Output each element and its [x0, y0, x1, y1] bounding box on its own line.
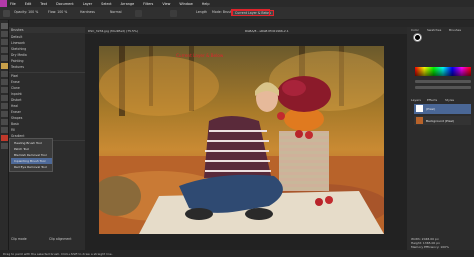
hardness-field[interactable]: Hardness — [80, 10, 95, 14]
flow-field[interactable]: Flow: 100 % — [48, 10, 67, 14]
brush-item[interactable]: Heal — [11, 104, 18, 109]
brush-item[interactable]: Painting — [11, 59, 23, 64]
clip-mode-label[interactable]: Clip mode — [11, 237, 27, 242]
brush-item[interactable]: Basic — [11, 122, 19, 127]
menu-window[interactable]: Window — [179, 2, 192, 6]
red-eye-removal-tool-item[interactable]: Red Eye Removal Tool — [14, 164, 52, 170]
shape-tool-icon[interactable] — [1, 127, 8, 133]
menu-document[interactable]: Document — [56, 2, 74, 6]
brush-item[interactable]: Erase — [11, 80, 20, 85]
menu-select[interactable]: Select — [101, 2, 111, 6]
mode-select[interactable]: Mode: Brush — [212, 10, 232, 14]
stroke-color-swatch[interactable] — [415, 35, 420, 40]
brush-item[interactable]: Sketching — [11, 47, 26, 52]
menu-view[interactable]: View — [162, 2, 170, 6]
styles-tab[interactable]: Styles — [445, 98, 454, 102]
photo-canvas[interactable] — [99, 46, 384, 234]
flood-select-icon[interactable] — [1, 55, 8, 61]
brush-item[interactable]: Shapes — [11, 116, 22, 121]
opacity-slider[interactable] — [415, 80, 471, 83]
layer-row-selected[interactable]: (Pixel) — [414, 104, 471, 114]
status-text: Drag to paint with the selected brush. C… — [3, 252, 113, 256]
brush-item[interactable]: Eraser — [11, 110, 21, 115]
app-window: File Edit Text Document Layer Select Arr… — [0, 0, 474, 257]
menu-help[interactable]: Help — [202, 2, 210, 6]
layer-thumbnail — [416, 105, 423, 112]
layer-name: (Pixel) — [426, 107, 436, 111]
swatches-tab[interactable]: Swatches — [427, 28, 441, 32]
layer-name: Background (Pixel) — [426, 119, 455, 123]
layer-thumbnail — [416, 117, 423, 124]
memory-readout: Memory Efficiency: 100% — [411, 245, 449, 249]
dodge-tool-icon[interactable] — [1, 103, 8, 109]
document-info: RGBA/8 - sRGB IEC61966-2.1 — [245, 29, 289, 33]
healing-tool-icon[interactable] — [1, 135, 8, 141]
menu-layer[interactable]: Layer — [83, 2, 92, 6]
brushes-tab[interactable]: Brushes — [11, 28, 23, 33]
selection-tool-icon[interactable] — [1, 47, 8, 53]
healing-tools-flyout: Healing Brush Tool Patch Tool Blemish Re… — [9, 138, 53, 172]
right-panel: Color Swatches Brushes Layers Effects St… — [407, 27, 474, 250]
hue-slider[interactable] — [415, 86, 471, 89]
fill-tool-icon[interactable] — [1, 71, 8, 77]
text-tool-icon[interactable] — [1, 143, 8, 149]
clip-alignment-label[interactable]: Clip alignment — [49, 237, 71, 242]
status-bar: Drag to paint with the selected brush. C… — [0, 250, 474, 257]
current-layer-highlight — [231, 9, 270, 16]
tools-panel — [0, 20, 9, 250]
menu-file[interactable]: File — [10, 2, 16, 6]
menu-text[interactable]: Text — [40, 2, 47, 6]
brush-item[interactable]: Inpaint — [11, 92, 22, 97]
brush-item[interactable]: Textures — [11, 65, 24, 70]
menu-edit[interactable]: Edit — [25, 2, 32, 6]
app-logo-icon[interactable] — [0, 0, 7, 7]
wet-edges-icon[interactable] — [170, 10, 177, 17]
length-field[interactable]: Length — [196, 10, 207, 14]
view-tool-icon[interactable] — [1, 31, 8, 37]
brush-category[interactable]: Default — [11, 35, 22, 40]
gear-icon[interactable] — [135, 10, 142, 17]
current-layer-below-annotation: Current Layer & Below — [176, 53, 224, 58]
brush-item[interactable]: Pixel — [11, 74, 18, 79]
blend-mode-select[interactable]: Normal — [110, 10, 122, 14]
effects-tab[interactable]: Effects — [427, 98, 437, 102]
brush-item[interactable]: Distort — [11, 98, 21, 103]
crop-tool-icon[interactable] — [1, 39, 8, 45]
clone-tool-icon[interactable] — [1, 95, 8, 101]
brush-item[interactable]: Dry Media — [11, 53, 27, 58]
smudge-tool-icon[interactable] — [1, 111, 8, 117]
photo-illustration — [99, 46, 384, 234]
gradient-tool-icon[interactable] — [1, 79, 8, 85]
layers-tab[interactable]: Layers — [411, 98, 421, 102]
brush-item[interactable]: Fill — [11, 128, 15, 133]
brush-item[interactable]: Clone — [11, 86, 20, 91]
document-tab[interactable]: DSC_3234.jpg (Modified) (75.5%) — [88, 29, 138, 33]
color-spectrum[interactable] — [415, 67, 471, 76]
brush-tool-icon[interactable] — [1, 63, 8, 69]
brush-preset-button[interactable] — [3, 10, 10, 17]
pen-tool-icon[interactable] — [1, 119, 8, 125]
color-tab[interactable]: Color — [411, 28, 419, 32]
document-tab-bar: DSC_3234.jpg (Modified) (75.5%) RGBA/8 -… — [85, 27, 407, 34]
secondary-bar — [0, 20, 474, 27]
brush-item[interactable]: Linework — [11, 41, 25, 46]
menu-filters[interactable]: Filters — [143, 2, 153, 6]
move-tool-icon[interactable] — [1, 23, 8, 29]
layer-row[interactable]: Background (Pixel) — [414, 116, 471, 125]
menu-arrange[interactable]: Arrange — [121, 2, 135, 6]
divider — [9, 72, 85, 73]
menu-bar: File Edit Text Document Layer Select Arr… — [0, 0, 474, 7]
brushes-tab[interactable]: Brushes — [449, 28, 461, 32]
eraser-tool-icon[interactable] — [1, 87, 8, 93]
opacity-field[interactable]: Opacity: 100 % — [14, 10, 38, 14]
